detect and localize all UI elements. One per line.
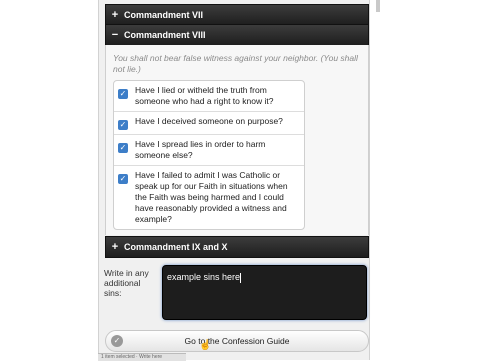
checklist-item-label: Have I failed to admit I was Catholic or…: [135, 170, 288, 224]
checkbox-checked-icon[interactable]: ✓: [118, 120, 128, 130]
checklist-item-label: Have I lied or witheld the truth from so…: [135, 85, 274, 106]
minus-icon: −: [111, 29, 119, 41]
scrollbar-thumb[interactable]: [376, 0, 380, 12]
text-caret: [240, 272, 242, 283]
right-margin: [370, 0, 480, 360]
accordion-label: Commandment IX and X: [124, 242, 228, 252]
left-margin: [0, 0, 98, 360]
accordion-label: Commandment VIII: [124, 30, 206, 40]
plus-icon: +: [111, 241, 119, 253]
confession-page: + Commandment VII − Commandment VIII You…: [98, 0, 370, 360]
accordion-label: Commandment VII: [124, 10, 204, 20]
checkbox-checked-icon[interactable]: ✓: [118, 143, 128, 153]
confession-guide-button[interactable]: ✓ Go to the Confession Guide: [105, 330, 369, 352]
checklist-item[interactable]: ✓ Have I spread lies in order to harm so…: [114, 135, 304, 166]
additional-sins-textarea[interactable]: example sins here: [162, 265, 367, 320]
checkbox-checked-icon[interactable]: ✓: [118, 174, 128, 184]
accordion-commandment-vii[interactable]: + Commandment VII: [105, 4, 369, 26]
commandment-quote: You shall not bear false witness against…: [113, 53, 358, 74]
check-circle-icon: ✓: [111, 335, 123, 347]
checkbox-checked-icon[interactable]: ✓: [118, 89, 128, 99]
checklist-item[interactable]: ✓ Have I lied or witheld the truth from …: [114, 81, 304, 112]
checklist-item-label: Have I spread lies in order to harm some…: [135, 139, 266, 160]
checklist-item[interactable]: ✓ Have I deceived someone on purpose?: [114, 112, 304, 135]
pointer-cursor-icon: ☝: [199, 340, 211, 352]
additional-sins-label: Write in any additional sins:: [104, 268, 149, 298]
checklist-item-label: Have I deceived someone on purpose?: [135, 116, 283, 126]
checklist-item[interactable]: ✓ Have I failed to admit I was Catholic …: [114, 166, 304, 229]
textarea-value: example sins here: [167, 272, 241, 282]
plus-icon: +: [111, 9, 119, 21]
accordion-commandment-viii[interactable]: − Commandment VIII: [105, 24, 369, 46]
accordion-commandment-ix-x[interactable]: + Commandment IX and X: [105, 236, 369, 258]
examination-checklist: ✓ Have I lied or witheld the truth from …: [113, 80, 305, 230]
